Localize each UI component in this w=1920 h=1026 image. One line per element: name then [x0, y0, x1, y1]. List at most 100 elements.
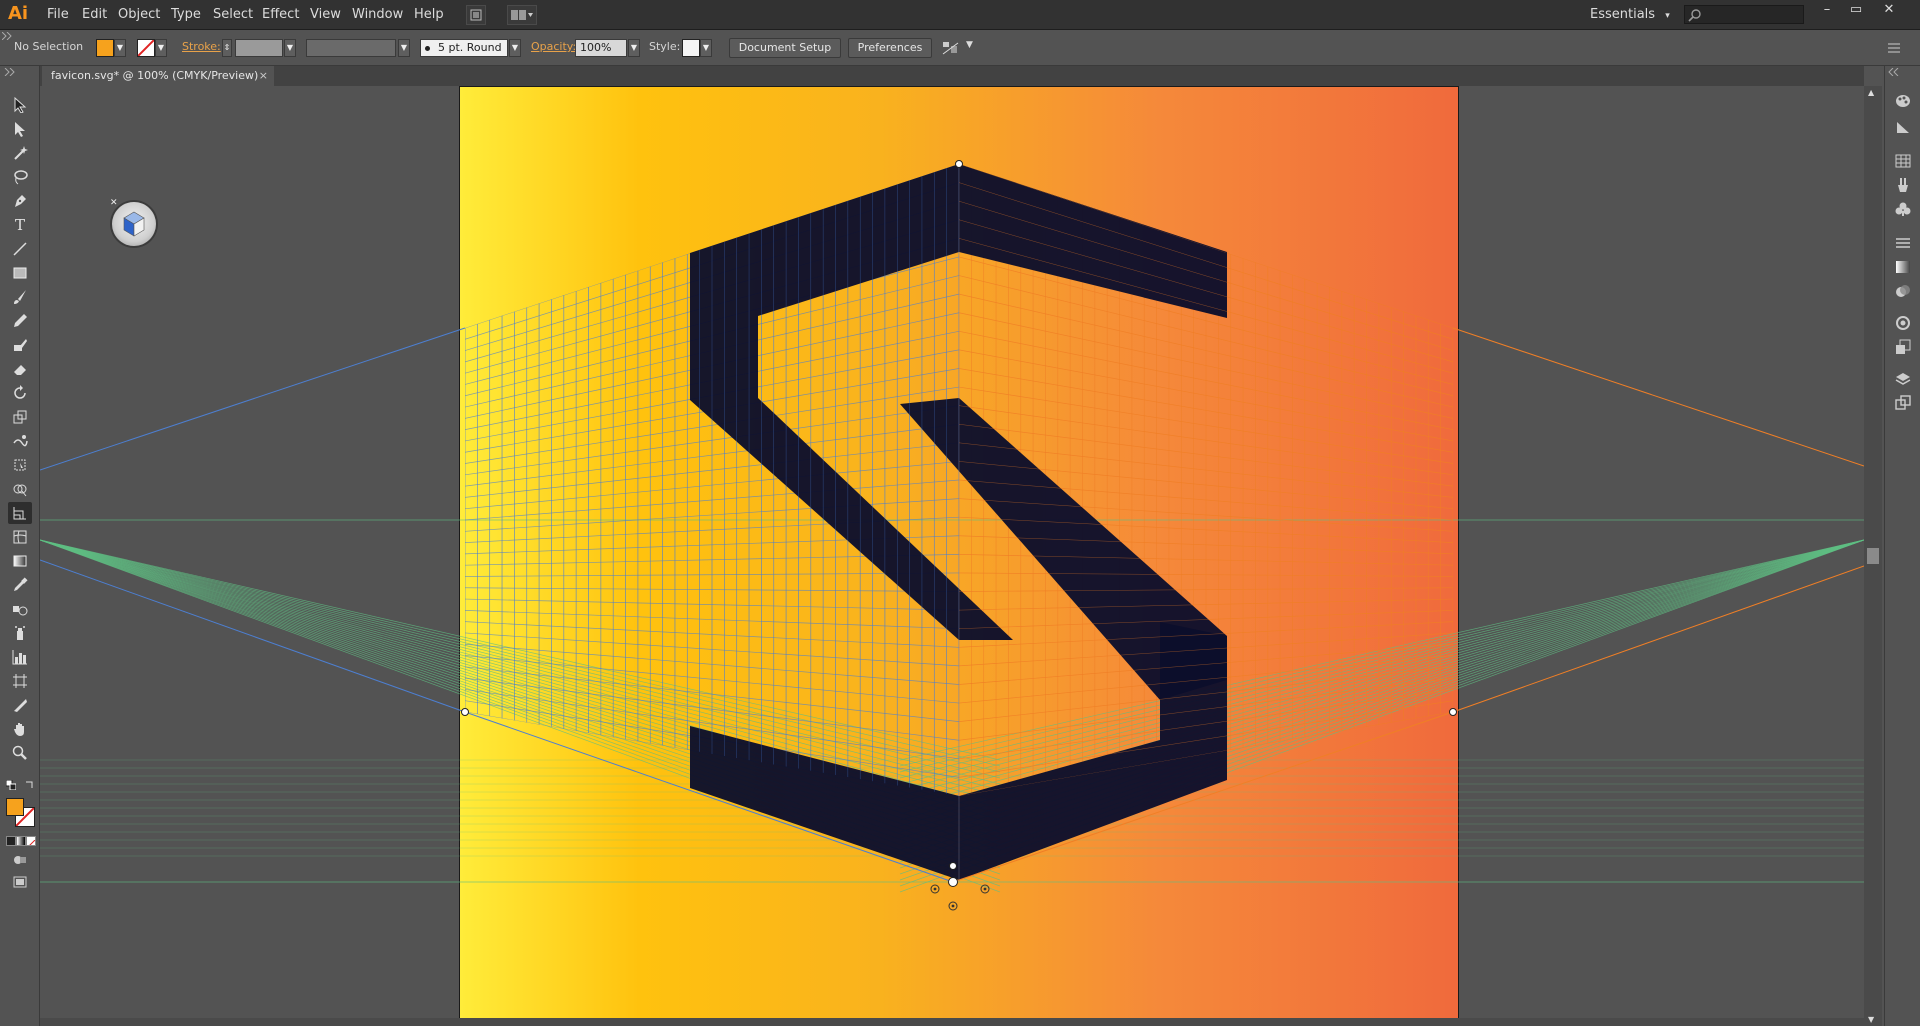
color-guide-panel-icon[interactable]	[1891, 116, 1915, 138]
menu-type[interactable]: Type	[171, 0, 201, 30]
minimize-button[interactable]: –	[1816, 2, 1838, 18]
letter-right-bottom[interactable]	[959, 622, 1227, 880]
graphic-style-dropdown[interactable]: ▼	[700, 39, 712, 57]
gradient-tool[interactable]	[8, 550, 32, 572]
menu-object[interactable]: Object	[118, 0, 160, 30]
align-options-icon[interactable]	[942, 40, 960, 56]
zoom-tool[interactable]	[8, 742, 32, 764]
canvas-area[interactable]: ✕	[40, 86, 1864, 1026]
opacity-input[interactable]: 100%	[575, 39, 627, 57]
stroke-weight-dropdown[interactable]: ▼	[284, 39, 296, 57]
symbol-sprayer-tool[interactable]	[8, 622, 32, 644]
swatches-panel-icon[interactable]	[1891, 150, 1915, 172]
document-tab[interactable]: favicon.svg* @ 100% (CMYK/Preview) ×	[42, 66, 274, 86]
drawing-mode-icon[interactable]	[13, 854, 27, 866]
slice-tool[interactable]	[8, 694, 32, 716]
scroll-up-icon[interactable]: ▲	[1868, 88, 1874, 97]
swap-fill-stroke-icon[interactable]	[24, 780, 34, 790]
none-mode-button[interactable]	[26, 836, 36, 846]
rectangle-tool[interactable]	[8, 262, 32, 284]
scale-tool[interactable]	[8, 406, 32, 428]
left-vanishing-handle[interactable]	[461, 708, 469, 716]
stroke-weight-input[interactable]	[235, 39, 283, 57]
free-transform-tool[interactable]	[8, 454, 32, 476]
symbols-panel-icon[interactable]	[1891, 198, 1915, 220]
preferences-button[interactable]: Preferences	[848, 38, 932, 58]
stroke-dropdown[interactable]: ▼	[155, 39, 167, 57]
variable-width-dropdown[interactable]: ▼	[398, 39, 410, 57]
opacity-label[interactable]: Opacity:	[531, 40, 576, 53]
brush-definition[interactable]: 5 pt. Round	[420, 39, 508, 57]
eyedropper-tool[interactable]	[8, 574, 32, 596]
arrange-documents-icon[interactable]	[507, 5, 537, 25]
perspective-grid-tool[interactable]	[8, 502, 32, 524]
restore-button[interactable]: ▭	[1845, 2, 1867, 18]
pencil-tool[interactable]	[8, 310, 32, 332]
transparency-panel-icon[interactable]	[1891, 280, 1915, 302]
control-bar-menu-arrow[interactable]: ▼	[966, 40, 973, 50]
graphic-styles-panel-icon[interactable]	[1891, 336, 1915, 358]
hand-tool[interactable]	[8, 718, 32, 740]
lasso-tool[interactable]	[8, 166, 32, 188]
blend-tool[interactable]	[8, 598, 32, 620]
mesh-tool[interactable]	[8, 526, 32, 548]
color-panel-icon[interactable]	[1891, 90, 1915, 112]
menu-select[interactable]: Select	[213, 0, 253, 30]
graphic-style-swatch[interactable]	[682, 39, 700, 57]
vertical-extent-handle[interactable]	[955, 160, 963, 168]
pen-tool[interactable]	[8, 190, 32, 212]
direct-selection-tool[interactable]	[8, 118, 32, 140]
appearance-panel-icon[interactable]	[1891, 312, 1915, 334]
default-fill-stroke-icon[interactable]	[6, 780, 16, 790]
stroke-panel-icon[interactable]	[1891, 232, 1915, 254]
gradient-mode-button[interactable]	[16, 836, 26, 846]
warp-tool[interactable]	[8, 430, 32, 452]
brush-dropdown[interactable]: ▼	[509, 39, 521, 57]
fill-color-swatch[interactable]	[6, 798, 24, 816]
artboard-tool[interactable]	[8, 670, 32, 692]
menu-view[interactable]: View	[310, 0, 341, 30]
stroke-swatch[interactable]	[137, 39, 155, 57]
menu-effect[interactable]: Effect	[262, 0, 299, 30]
fill-swatch[interactable]	[96, 39, 114, 57]
screen-mode-icon[interactable]	[13, 876, 27, 888]
horizontal-scrollbar[interactable]	[40, 1018, 1864, 1026]
magic-wand-tool[interactable]	[8, 142, 32, 164]
grid-origin-handle[interactable]	[948, 877, 958, 887]
blob-brush-tool[interactable]	[8, 334, 32, 356]
selection-tool[interactable]	[8, 94, 32, 116]
perspective-grid-artwork[interactable]	[40, 86, 1864, 1026]
fill-dropdown[interactable]: ▼	[114, 39, 126, 57]
gradient-panel-icon[interactable]	[1891, 256, 1915, 278]
menu-window[interactable]: Window	[352, 0, 403, 30]
eraser-tool[interactable]	[8, 358, 32, 380]
scroll-down-icon[interactable]: ▼	[1868, 1015, 1874, 1024]
brushes-panel-icon[interactable]	[1891, 174, 1915, 196]
close-widget-icon[interactable]: ✕	[110, 198, 118, 208]
column-graph-tool[interactable]	[8, 646, 32, 668]
panel-menu-icon[interactable]	[1888, 43, 1902, 53]
search-input[interactable]	[1684, 5, 1804, 24]
color-mode-button[interactable]	[6, 836, 16, 846]
expand-dock-icon[interactable]	[1888, 68, 1900, 76]
layers-panel-icon[interactable]	[1891, 368, 1915, 390]
bridge-icon[interactable]	[466, 5, 486, 25]
variable-width-profile[interactable]	[306, 39, 396, 57]
plane-switching-widget[interactable]: ✕	[110, 198, 156, 246]
menu-edit[interactable]: Edit	[82, 0, 107, 30]
stroke-weight-stepper[interactable]: ⇕	[222, 39, 232, 57]
paintbrush-tool[interactable]	[8, 286, 32, 308]
letter-right-top[interactable]	[959, 164, 1227, 318]
vertical-scroll-thumb[interactable]	[1867, 548, 1879, 564]
type-tool[interactable]: T	[8, 214, 32, 236]
stroke-label[interactable]: Stroke:	[182, 40, 221, 53]
collapse-panel-icon[interactable]	[4, 68, 16, 76]
vertical-scrollbar[interactable]: ▲ ▼	[1864, 86, 1882, 1026]
rotate-tool[interactable]	[8, 382, 32, 404]
menu-help[interactable]: Help	[414, 0, 444, 30]
shape-builder-tool[interactable]	[8, 478, 32, 500]
line-segment-tool[interactable]	[8, 238, 32, 260]
right-vanishing-handle[interactable]	[1449, 708, 1457, 716]
menu-file[interactable]: File	[47, 0, 69, 30]
close-button[interactable]: ✕	[1878, 2, 1900, 18]
